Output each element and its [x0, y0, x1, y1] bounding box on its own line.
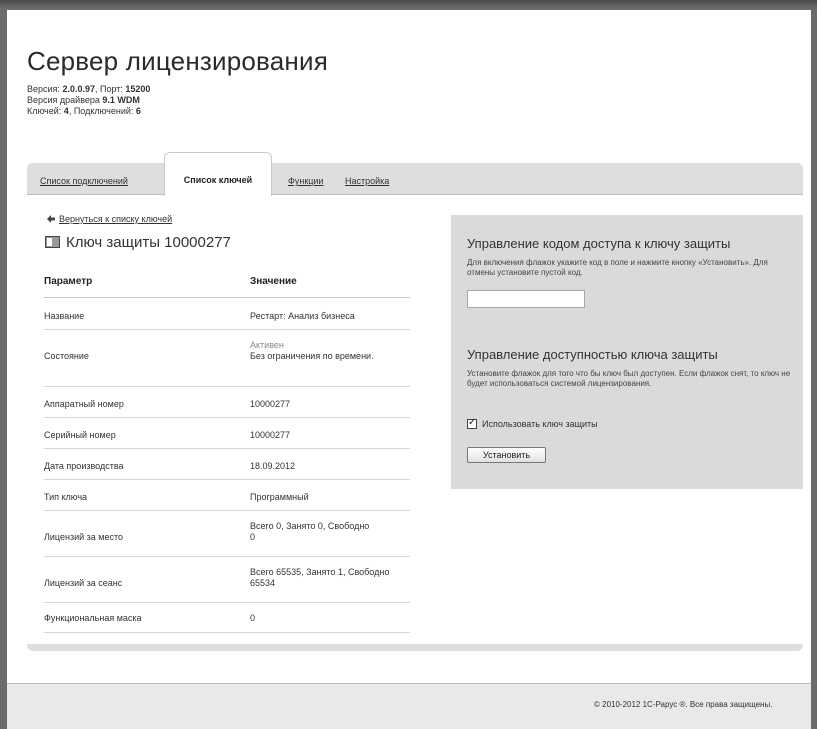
use-key-checkbox-label[interactable]: Использовать ключ защиты: [482, 419, 598, 429]
connections-value: 6: [135, 106, 141, 116]
server-info: Версия: 2.0.0.97, Порт: 15200 Версия дра…: [27, 84, 150, 117]
row-divider: [44, 329, 410, 330]
row-value-name: Рестарт: Анализ бизнеса: [250, 311, 355, 321]
window-top-bar: [0, 0, 817, 10]
row-param-key-type: Тип ключа: [44, 492, 88, 502]
row-value-seat-licenses: Всего 0, Занято 0, Свободно 0: [250, 521, 370, 542]
copyright-text: © 2010-2012 1С-Рарус ®. Все права защище…: [594, 700, 773, 709]
row-param-function-mask: Функциональная маска: [44, 613, 142, 623]
column-header-param: Параметр: [44, 276, 93, 287]
row-divider: [44, 632, 410, 633]
use-key-checkbox[interactable]: [467, 417, 477, 429]
row-param-state: Состояние: [44, 351, 89, 361]
page-title: Сервер лицензирования: [27, 46, 328, 76]
access-code-input[interactable]: [467, 290, 585, 308]
port-value: 15200: [125, 84, 151, 94]
table-header-divider: [44, 297, 410, 298]
tab-functions[interactable]: Функции: [288, 176, 323, 186]
keys-label: Ключей:: [27, 106, 62, 116]
row-param-production-date: Дата производства: [44, 461, 124, 471]
window-left-border: [0, 10, 7, 729]
key-icon: [45, 236, 60, 248]
row-value-serial-number: 10000277: [250, 430, 291, 440]
tab-settings[interactable]: Настройка: [345, 176, 389, 186]
back-to-keys-link[interactable]: Вернуться к списку ключей: [59, 214, 172, 224]
row-divider: [44, 386, 410, 387]
key-title: Ключ защиты 10000277: [66, 234, 231, 251]
access-code-title: Управление кодом доступа к ключу защиты: [467, 236, 731, 251]
availability-title: Управление доступностью ключа защиты: [467, 347, 718, 362]
row-value-function-mask: 0: [250, 613, 256, 623]
driver-value: 9.1 WDM: [102, 95, 140, 105]
availability-description: Установите флажок для того что бы ключ б…: [467, 369, 791, 388]
row-param-seat-licenses: Лицензий за место: [44, 532, 123, 542]
port-label: , Порт:: [94, 84, 123, 94]
row-value-hardware-number: 10000277: [250, 399, 291, 409]
row-param-name: Название: [44, 311, 85, 321]
row-divider: [44, 556, 410, 557]
driver-line: Версия драйвера 9.1 WDM: [27, 95, 150, 106]
tab-keys[interactable]: Список ключей: [164, 152, 272, 196]
row-param-serial-number: Серийный номер: [44, 430, 116, 440]
row-value-session-licenses: Всего 65535, Занято 1, Свободно 65534: [250, 567, 390, 588]
column-header-value: Значение: [250, 276, 297, 287]
row-divider: [44, 417, 410, 418]
row-divider: [44, 448, 410, 449]
version-label: Версия:: [27, 84, 60, 94]
connections-label: , Подключений:: [68, 106, 134, 116]
state-limit-text: Без ограничения по времени.: [250, 351, 374, 361]
row-param-hardware-number: Аппаратный номер: [44, 399, 124, 409]
row-divider: [44, 602, 410, 603]
window-right-border: [811, 10, 817, 729]
version-value: 2.0.0.97: [62, 84, 95, 94]
tab-connections[interactable]: Список подключений: [40, 176, 128, 186]
row-value-key-type: Программный: [250, 492, 309, 502]
keys-line: Ключей: 4, Подключений: 6: [27, 106, 150, 117]
row-value-production-date: 18.09.2012: [250, 461, 296, 471]
row-value-state: Активен Без ограничения по времени.: [250, 340, 400, 362]
row-divider: [44, 479, 410, 480]
state-active-text: Активен: [250, 340, 284, 350]
version-line: Версия: 2.0.0.97, Порт: 15200: [27, 84, 150, 95]
set-button[interactable]: Установить: [467, 447, 546, 463]
access-code-description: Для включения флажок укажите код в поле …: [467, 258, 768, 277]
row-divider: [44, 510, 410, 511]
row-param-session-licenses: Лицензий за сеанс: [44, 578, 123, 588]
driver-label: Версия драйвера: [27, 95, 100, 105]
back-arrow-icon[interactable]: [47, 215, 55, 223]
